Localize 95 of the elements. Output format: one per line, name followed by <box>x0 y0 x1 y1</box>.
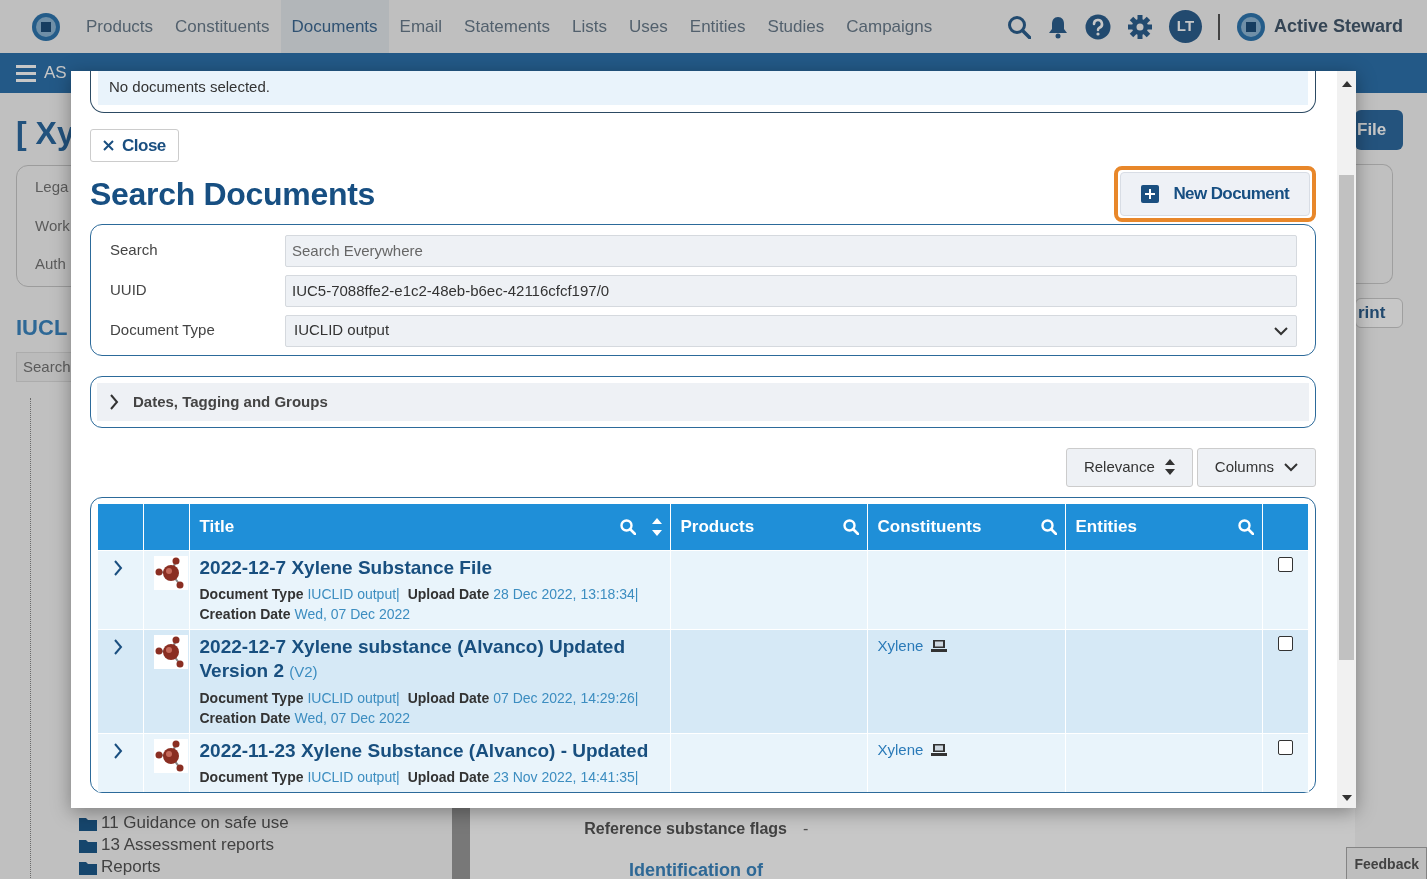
column-header[interactable]: Products <box>670 503 867 550</box>
nav-link[interactable]: Documents <box>280 0 389 53</box>
sort-button[interactable]: Relevance <box>1065 448 1193 487</box>
column-header[interactable]: Title <box>189 503 670 550</box>
user-avatar[interactable]: LT <box>1168 10 1202 43</box>
meta-label: Upload Date <box>407 585 490 602</box>
column-title: Entities <box>1075 515 1137 538</box>
meta-label: Upload Date <box>407 768 490 785</box>
meta-label: Document Type <box>199 585 304 602</box>
search-icon[interactable] <box>1006 14 1031 39</box>
bell-icon[interactable] <box>1046 14 1069 39</box>
laptop-icon <box>931 743 948 756</box>
document-type-select[interactable]: IUCLID output <box>285 314 1297 347</box>
property-label: Reference substance flags <box>583 819 787 839</box>
new-document-button[interactable]: New Document <box>1120 172 1310 216</box>
column-title: Title <box>199 515 235 538</box>
nav-link[interactable]: Studies <box>756 0 836 53</box>
meta-value: IUCLID output| <box>307 768 400 785</box>
logo-icon <box>1235 11 1266 42</box>
tree-item[interactable]: Reports <box>79 856 452 878</box>
scrollbar[interactable] <box>1337 71 1356 808</box>
tree-item[interactable]: 13 Assessment reports <box>79 834 452 856</box>
field-label: Auth <box>35 254 66 274</box>
search-icon[interactable] <box>1237 518 1254 535</box>
close-icon <box>103 139 114 151</box>
column-title: Constituents <box>877 515 982 538</box>
section-title: IUCL <box>16 313 68 342</box>
column-title: Products <box>680 515 755 538</box>
close-button[interactable]: Close <box>90 128 179 162</box>
brand-name: Active Steward <box>1273 15 1403 38</box>
nav-link[interactable]: Entities <box>678 0 757 53</box>
constituent-link[interactable]: Xylene <box>877 738 924 761</box>
nav-link[interactable]: Constituents <box>164 0 281 53</box>
scroll-up-icon[interactable] <box>1341 81 1352 87</box>
file-button[interactable]: File <box>1355 110 1403 150</box>
sort-icon[interactable] <box>651 517 662 536</box>
row-checkbox[interactable] <box>1277 635 1293 651</box>
meta-label: Creation Date <box>199 709 291 726</box>
meta-label: Upload Date <box>407 689 490 706</box>
search-icon[interactable] <box>619 518 636 535</box>
meta-value: IUCLID output| <box>307 689 400 706</box>
menu-icon[interactable] <box>16 63 36 83</box>
row-checkbox[interactable] <box>1277 739 1293 755</box>
column-header[interactable]: Entities <box>1065 503 1262 550</box>
folder-icon <box>79 837 97 853</box>
accordion-toggle[interactable]: Dates, Tagging and Groups <box>97 382 1309 421</box>
meta-label: Creation Date <box>199 605 291 622</box>
nav-link[interactable]: Lists <box>561 0 619 53</box>
dialog-title: Search Documents <box>90 174 376 213</box>
property-value: - <box>803 819 809 839</box>
tree-item[interactable]: 11 Guidance on safe use <box>79 812 452 834</box>
nav-link[interactable]: Statements <box>453 0 562 53</box>
notice-text: No documents selected. <box>98 71 1308 105</box>
input-field[interactable]: IUC5-7088ffe2-e1c2-48eb-b6ec-42116cfcf197/0 <box>285 274 1297 307</box>
field-label: UUID <box>110 280 148 301</box>
meta-value: IUCLID output| <box>307 585 400 602</box>
constituent-link[interactable]: Xylene <box>877 634 924 657</box>
plus-icon <box>1141 184 1160 203</box>
nav-link[interactable]: Campaigns <box>835 0 944 53</box>
meta-value: 28 Dec 2022, 13:18:34| <box>493 585 639 602</box>
search-icon[interactable] <box>1040 518 1057 535</box>
document-title-link[interactable]: 2022-11-23 Xylene Substance (Alvanco) - Updated <box>199 738 660 763</box>
page-title: [ Xy <box>16 114 75 153</box>
field-label: Work <box>35 215 70 236</box>
field-label: Lega <box>35 177 69 197</box>
section-heading: Identification of <box>628 859 763 879</box>
row-checkbox[interactable] <box>1277 556 1293 572</box>
meta-label: Document Type <box>199 689 304 706</box>
column-header[interactable]: Constituents <box>867 503 1065 550</box>
field-label: Search <box>110 240 159 261</box>
field-label: Document Type <box>110 320 216 341</box>
logo-icon[interactable] <box>31 11 61 42</box>
search-icon[interactable] <box>842 518 859 535</box>
nav-link[interactable]: Products <box>75 0 165 53</box>
laptop-icon <box>931 639 948 652</box>
settings-icon[interactable] <box>1126 13 1153 40</box>
breadcrumb-link[interactable]: AS <box>44 60 67 86</box>
chevron-down-icon <box>1274 325 1288 336</box>
document-title-link[interactable]: 2022-12-7 Xylene Substance File <box>199 555 660 580</box>
input-field[interactable]: Search Everywhere <box>285 234 1297 267</box>
document-title-link[interactable]: 2022-12-7 Xylene substance (Alvanco) Updated Version 2 (V2) <box>199 634 660 684</box>
chevron-down-icon <box>1284 462 1298 473</box>
meta-label: Document Type <box>199 768 304 785</box>
print-button[interactable]: rint <box>1355 298 1403 328</box>
help-icon[interactable] <box>1084 13 1111 40</box>
sort-icon <box>1164 459 1175 476</box>
meta-value: Wed, 07 Dec 2022 <box>294 605 411 622</box>
scroll-down-icon[interactable] <box>1341 795 1352 801</box>
meta-value: Wed, 07 Dec 2022 <box>294 709 411 726</box>
columns-button[interactable]: Columns <box>1196 448 1316 487</box>
meta-value: 07 Dec 2022, 14:29:26| <box>493 689 639 706</box>
folder-icon <box>79 859 97 875</box>
nav-link[interactable]: Uses <box>618 0 679 53</box>
meta-value: 23 Nov 2022, 14:41:35| <box>493 768 639 785</box>
folder-icon <box>79 815 97 831</box>
